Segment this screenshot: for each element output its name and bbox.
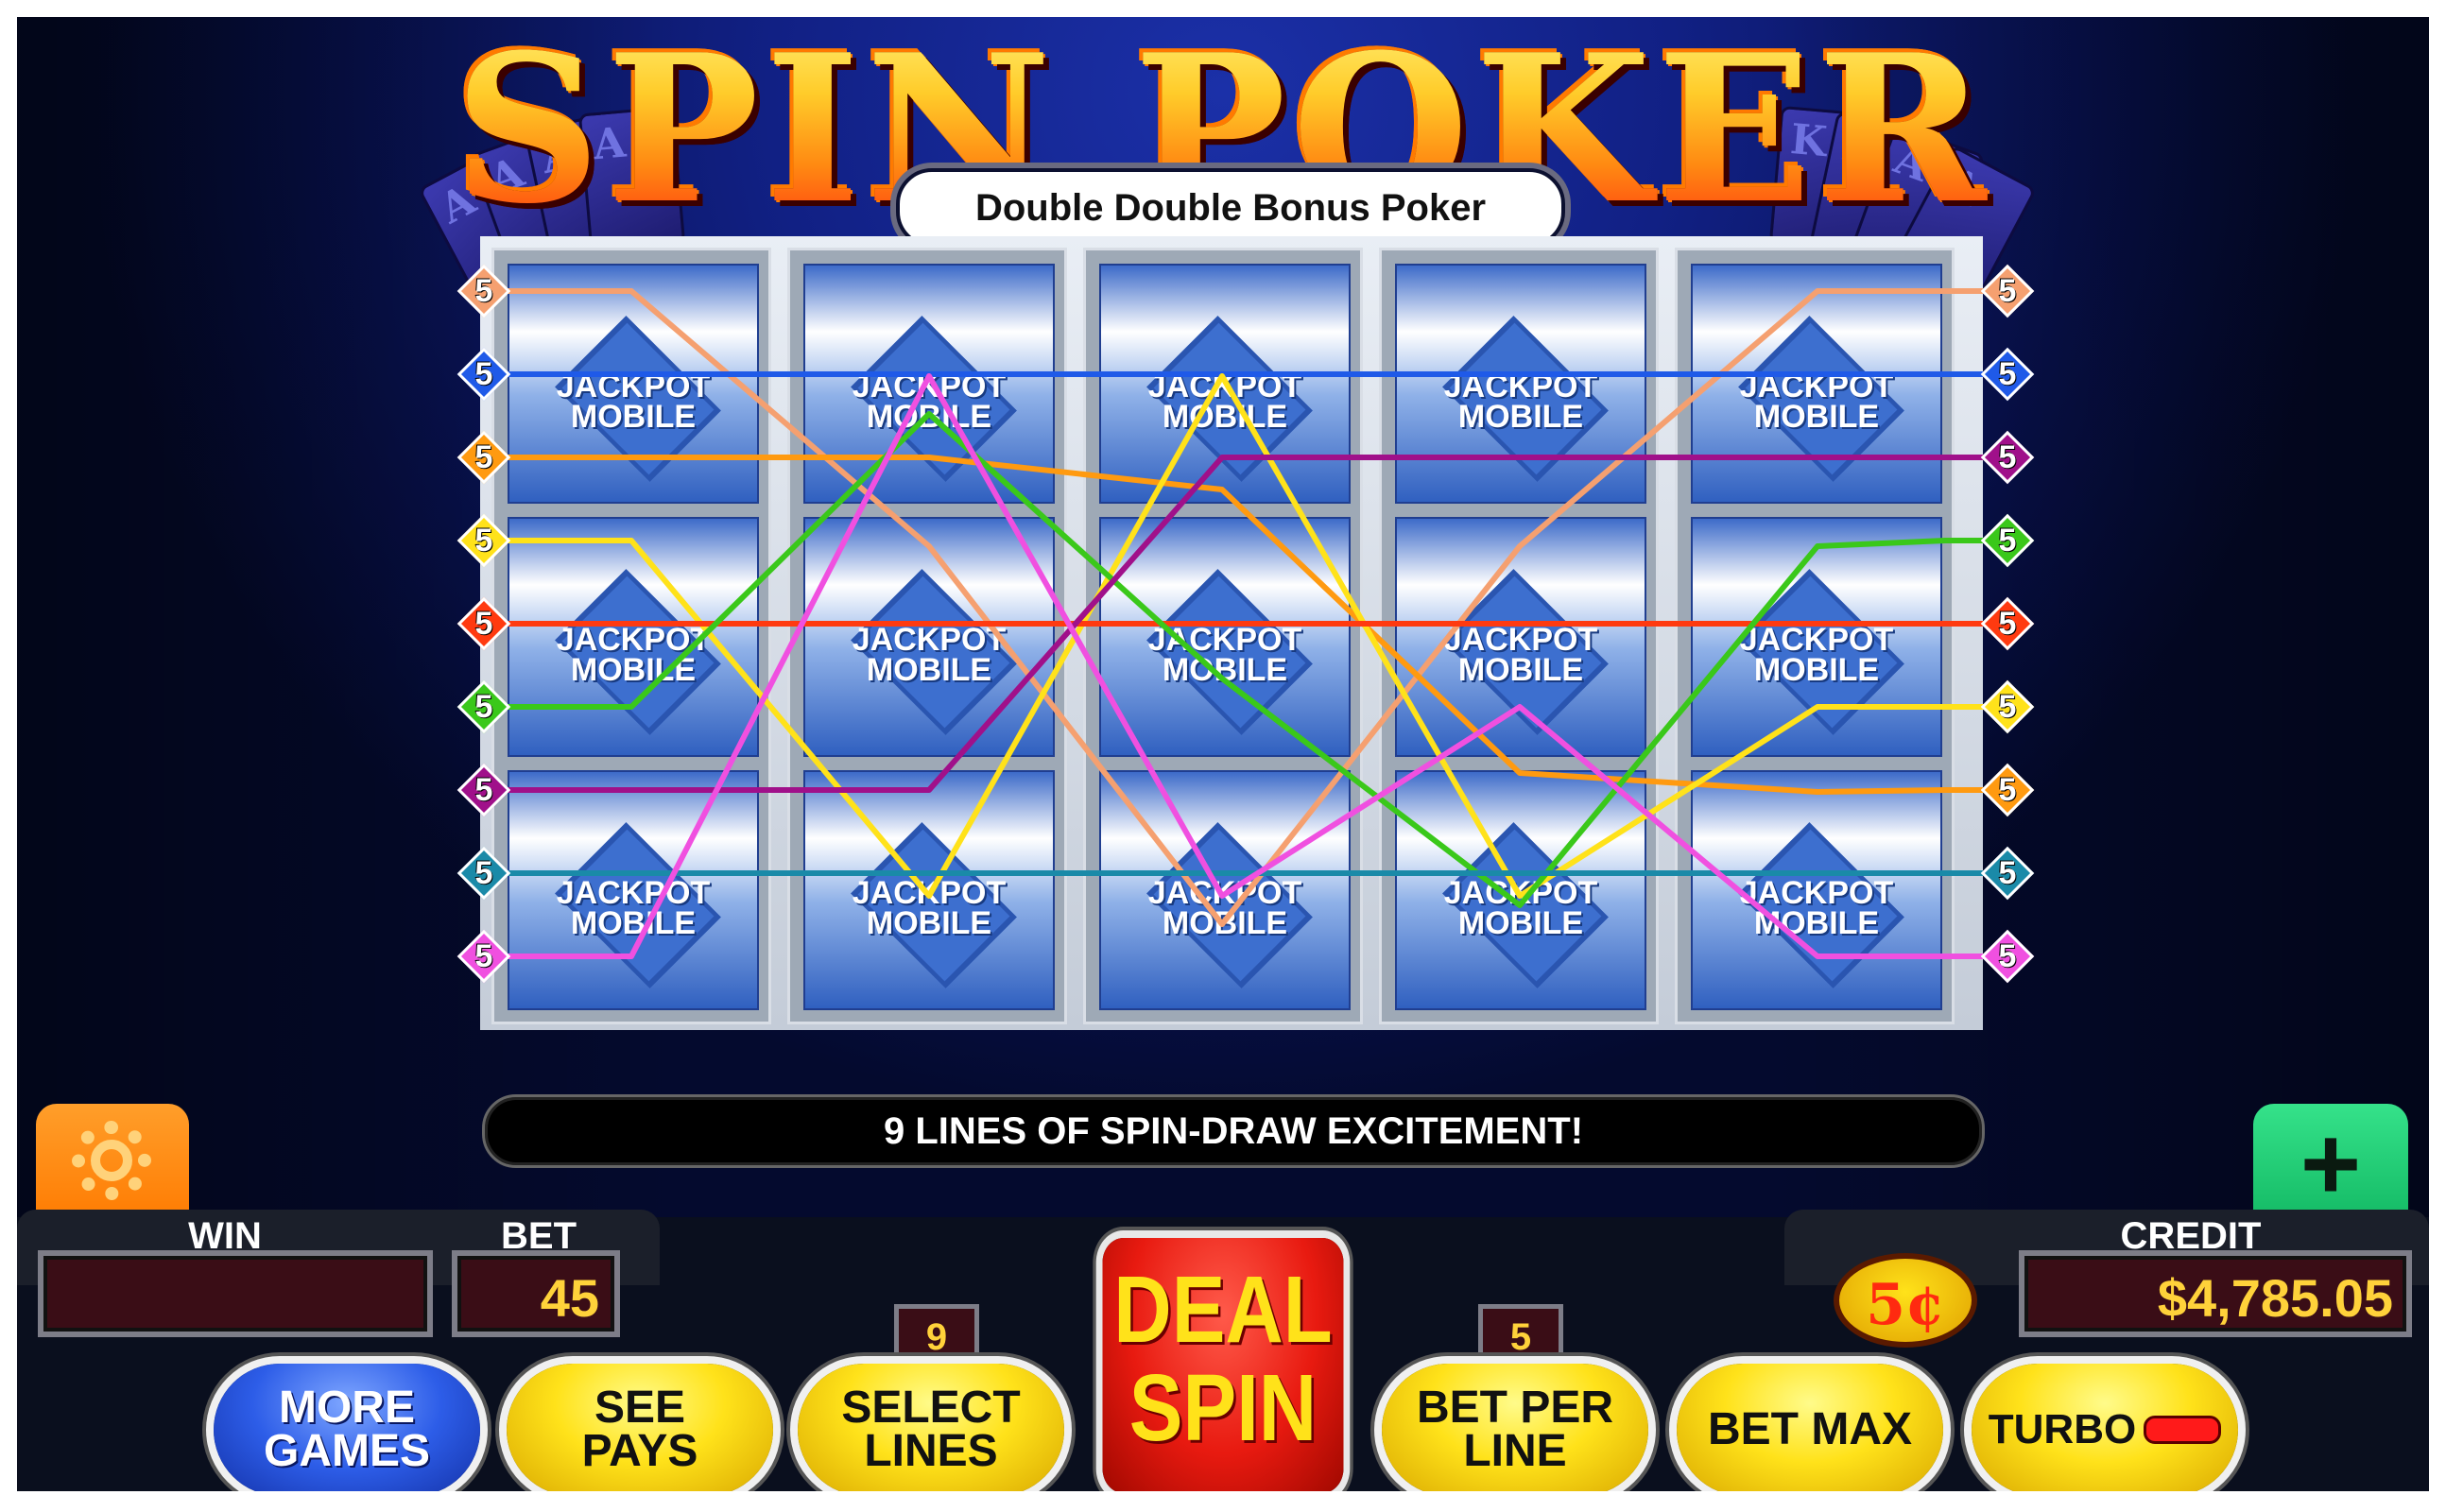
bet-display: 45 <box>452 1250 620 1337</box>
payline-marker-value: 5 <box>474 855 493 891</box>
payline-marker-value: 5 <box>474 273 493 309</box>
bet-per-line-button[interactable]: BET PER LINE <box>1382 1364 1648 1491</box>
payline-marker-value: 5 <box>474 356 493 392</box>
payline-marker-value: 5 <box>1998 689 2017 725</box>
game-screen: A A A A K K A A SPIN POKER Double Double… <box>17 17 2429 1491</box>
add-credit-button[interactable]: + <box>2253 1104 2408 1227</box>
win-display <box>38 1250 433 1337</box>
see-pays-button[interactable]: SEE PAYS <box>507 1364 773 1491</box>
payline-9 <box>484 373 2007 959</box>
bet-per-line-display: 5 <box>1478 1304 1563 1372</box>
lines-count-display: 9 <box>894 1304 979 1372</box>
payline-marker-left[interactable]: 5 <box>456 347 511 402</box>
payline-marker-left[interactable]: 5 <box>456 513 511 568</box>
payline-marker-left[interactable]: 5 <box>456 929 511 984</box>
payline-marker-left[interactable]: 5 <box>456 596 511 651</box>
payline-marker-value: 5 <box>474 439 493 475</box>
payline-marker-right[interactable]: 5 <box>1980 679 2035 734</box>
payline-marker-value: 5 <box>1998 356 2017 392</box>
payline-marker-left[interactable]: 5 <box>456 763 511 817</box>
payline-marker-left[interactable]: 5 <box>456 679 511 734</box>
payline-marker-right[interactable]: 5 <box>1980 347 2035 402</box>
payline-marker-value: 5 <box>1998 523 2017 558</box>
payline-marker-value: 5 <box>1998 606 2017 642</box>
plus-icon: + <box>2300 1106 2362 1222</box>
payline-marker-value: 5 <box>1998 855 2017 891</box>
payline-marker-left[interactable]: 5 <box>456 264 511 318</box>
payline-marker-value: 5 <box>474 523 493 558</box>
payline-marker-right[interactable]: 5 <box>1980 929 2035 984</box>
turbo-toggle-indicator <box>2144 1416 2222 1444</box>
more-games-button[interactable]: MORE GAMES <box>214 1364 480 1491</box>
bet-max-button[interactable]: BET MAX <box>1677 1364 1943 1491</box>
payline-1 <box>484 288 2007 927</box>
settings-button[interactable] <box>36 1104 189 1227</box>
credit-display: $4,785.05 <box>2019 1250 2412 1337</box>
payline-marker-left[interactable]: 5 <box>456 846 511 901</box>
payline-marker-value: 5 <box>474 606 493 642</box>
payline-6 <box>484 411 2007 908</box>
select-lines-button[interactable]: SELECT LINES <box>798 1364 1064 1491</box>
payline-marker-value: 5 <box>1998 938 2017 974</box>
payline-marker-value: 5 <box>1998 273 2017 309</box>
turbo-button[interactable]: TURBO <box>1972 1364 2238 1491</box>
payline-marker-right[interactable]: 5 <box>1980 846 2035 901</box>
paylines-overlay <box>484 288 2007 959</box>
payline-4 <box>484 373 2007 899</box>
payline-marker-value: 5 <box>474 938 493 974</box>
payline-marker-right[interactable]: 5 <box>1980 596 2035 651</box>
gear-icon-center <box>91 1140 132 1181</box>
payline-marker-value: 5 <box>474 772 493 808</box>
payline-marker-right[interactable]: 5 <box>1980 763 2035 817</box>
payline-marker-right[interactable]: 5 <box>1980 264 2035 318</box>
payline-marker-left[interactable]: 5 <box>456 430 511 485</box>
payline-marker-value: 5 <box>1998 439 2017 475</box>
payline-marker-value: 5 <box>474 689 493 725</box>
payline-marker-right[interactable]: 5 <box>1980 430 2035 485</box>
deal-spin-button[interactable]: DEAL SPIN <box>1102 1238 1344 1491</box>
denomination-button[interactable]: 5¢ <box>1834 1253 1977 1348</box>
payline-marker-right[interactable]: 5 <box>1980 513 2035 568</box>
payline-marker-value: 5 <box>1998 772 2017 808</box>
message-banner: 9 LINES OF SPIN-DRAW EXCITEMENT! <box>482 1094 1985 1168</box>
